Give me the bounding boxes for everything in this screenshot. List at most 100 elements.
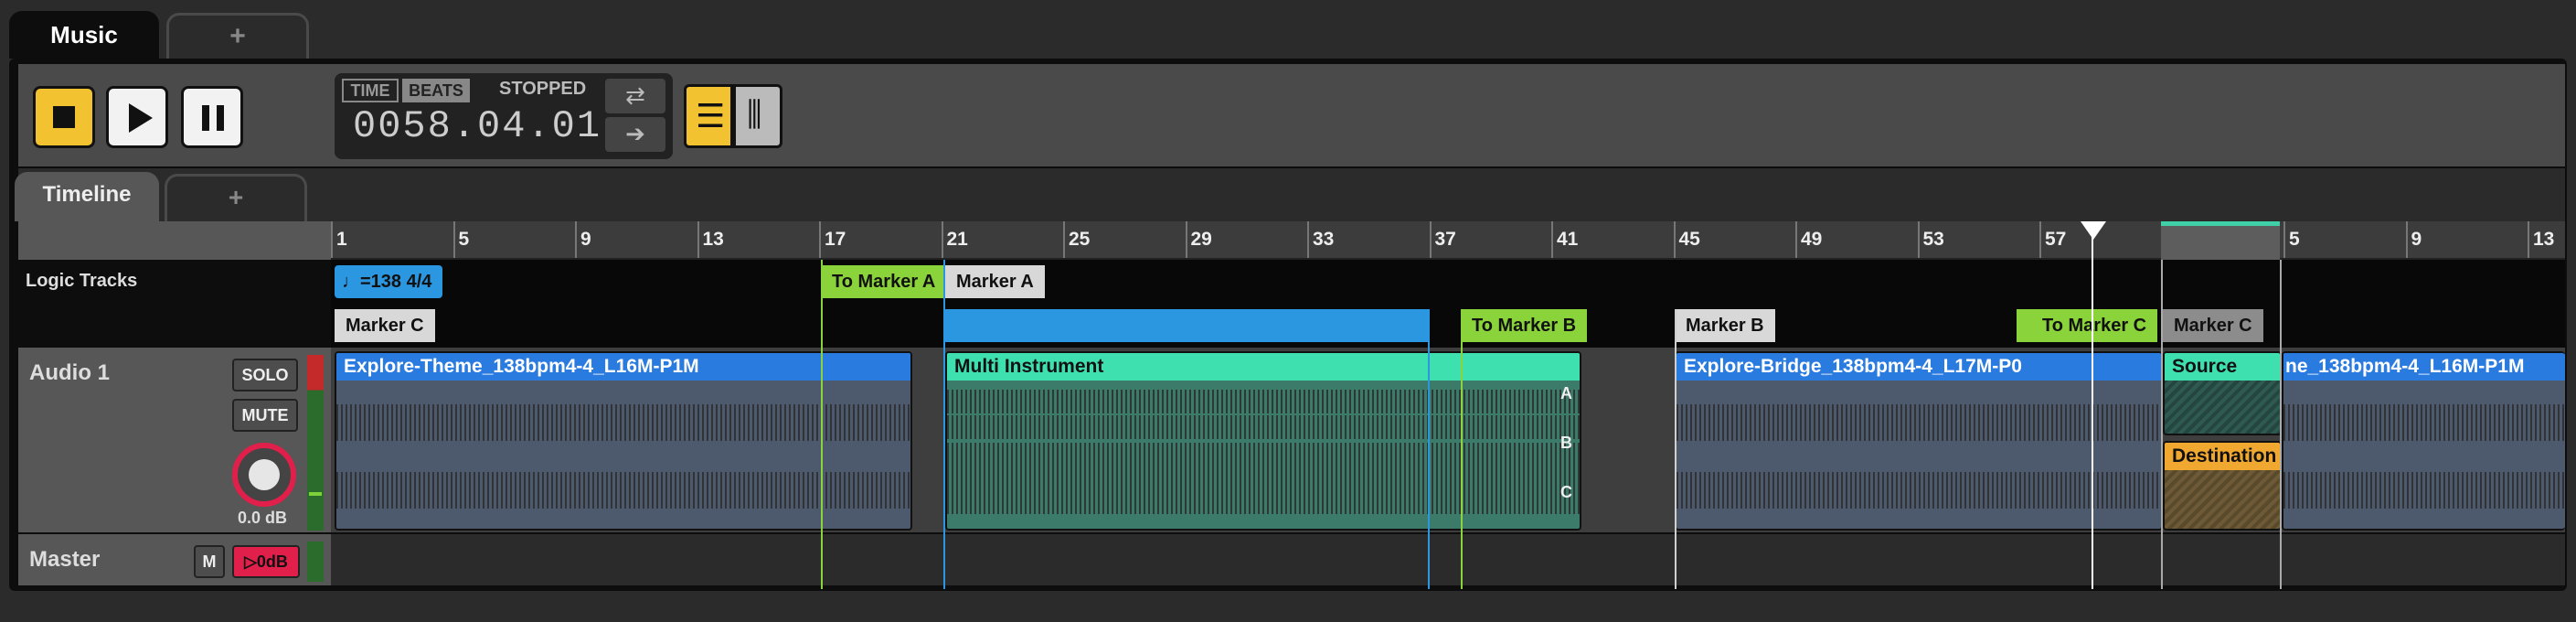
marker-line-marker-b (1675, 309, 1677, 589)
waveform (947, 390, 1580, 413)
pause-icon (202, 105, 209, 131)
list-view-button[interactable]: ☰ (684, 84, 733, 148)
master-mute-button[interactable]: M (194, 545, 225, 578)
mixer-view-button[interactable]: ⫼ (733, 84, 782, 148)
ruler-number: 33 (1313, 229, 1335, 250)
ruler-tick (452, 221, 455, 258)
clip-explore-bridge[interactable]: Explore-Bridge_138bpm4-4_L17M-P0 (1675, 351, 2163, 531)
ruler-number: 53 (1922, 229, 1944, 250)
tab-timeline[interactable]: Timeline (15, 172, 159, 221)
clip-label: Destination (2165, 443, 2280, 470)
ruler-tick (1307, 221, 1309, 258)
ruler-number: 5 (2289, 229, 2300, 250)
marker-line-a (821, 260, 823, 589)
waveform (1677, 472, 2161, 509)
volume-knob[interactable] (232, 443, 296, 507)
ruler-tick (819, 221, 821, 258)
ruler-number: 13 (702, 229, 724, 250)
ruler-number: 5 (458, 229, 470, 250)
ruler-tick (1673, 221, 1676, 258)
add-timeline-tab-button[interactable]: + (165, 174, 307, 221)
waveform (2283, 472, 2565, 509)
playhead-icon[interactable] (2081, 221, 2106, 240)
master-level-meter (307, 542, 324, 582)
waveform (336, 404, 910, 441)
add-tab-button[interactable]: + (166, 13, 309, 59)
clip-explore-theme[interactable]: Explore-Theme_138bpm4-4_L16M-P1M (335, 351, 912, 531)
ruler-tick (2039, 221, 2041, 258)
loop-button[interactable]: ⇄ (605, 79, 665, 113)
play-icon (129, 103, 153, 133)
tabbar (18, 168, 2565, 221)
marker-c-end[interactable]: Marker C (2163, 309, 2263, 342)
ruler-tick (941, 221, 943, 258)
transport-state: STOPPED (499, 79, 587, 99)
marker-a[interactable]: Marker A (945, 265, 1045, 298)
ruler-number: 29 (1190, 229, 1212, 250)
clip-label: Explore-Theme_138bpm4-4_L16M-P1M (336, 353, 910, 381)
solo-button[interactable]: SOLO (232, 359, 298, 391)
ruler-number: 9 (580, 229, 591, 250)
time-mode-button[interactable]: TIME (342, 79, 399, 102)
ruler-tick (1063, 221, 1065, 258)
follow-button[interactable]: ➔ (605, 117, 665, 152)
clip-label: ne_138bpm4-4_L16M-P1M (2283, 353, 2565, 381)
ruler-tick (2405, 221, 2408, 258)
mute-button[interactable]: MUTE (232, 399, 298, 432)
blue-region-bar[interactable] (943, 309, 1428, 342)
marker-b[interactable]: Marker B (1675, 309, 1775, 342)
ruler-number: 57 (2045, 229, 2067, 250)
level-meter (307, 355, 324, 531)
position-readout: 0058.04.01 (353, 104, 602, 148)
clip-multi-instrument[interactable]: Multi Instrument A B C (945, 351, 1581, 531)
ruler-tick (1429, 221, 1432, 258)
waveform (2283, 404, 2565, 441)
clip-label: Explore-Bridge_138bpm4-4_L17M-P0 (1677, 353, 2161, 381)
master-track-name: Master (29, 547, 101, 572)
tab-music[interactable]: Music (9, 11, 159, 59)
waveform (947, 415, 1580, 439)
playhead-line (2092, 234, 2093, 589)
ruler-tick (575, 221, 577, 258)
logic-tracks-title: Logic Tracks (26, 271, 138, 291)
clip-source[interactable]: Source (2163, 351, 2282, 435)
play-button[interactable] (106, 86, 168, 148)
master-volume-button[interactable]: ▷0dB (232, 545, 300, 578)
knob-indicator (249, 459, 280, 490)
ruler-tick (1917, 221, 1920, 258)
volume-readout: 0.0 dB (238, 509, 288, 527)
ruler-tick (697, 221, 699, 258)
ruler-number: 25 (1069, 229, 1091, 250)
ruler-number: 49 (1801, 229, 1823, 250)
marker-line-region-start (943, 260, 945, 589)
note-icon: ♩ (342, 272, 360, 292)
ruler-tick (2528, 221, 2529, 258)
waveform (336, 472, 910, 509)
stop-icon (53, 106, 75, 128)
stop-button[interactable] (33, 86, 95, 148)
marker-c-start[interactable]: Marker C (335, 309, 435, 342)
ruler-number: 41 (1557, 229, 1579, 250)
ruler-tick (2283, 221, 2285, 258)
ruler-number: 17 (825, 229, 846, 250)
ruler-number: 45 (1678, 229, 1700, 250)
to-marker-c[interactable]: To Marker C (2017, 309, 2158, 342)
audio-track-name: Audio 1 (29, 360, 110, 385)
instrument-label-b: B (1560, 434, 1572, 452)
clip-destination[interactable]: Destination (2163, 441, 2282, 531)
instrument-label-a: A (1560, 384, 1572, 402)
master-lane[interactable] (331, 534, 2565, 585)
pause-button[interactable] (181, 86, 243, 148)
loop-line-start (2161, 260, 2163, 589)
loop-icon: ⇄ (625, 81, 645, 109)
beats-mode-button[interactable]: BEATS (402, 79, 470, 102)
loop-line-end (2280, 260, 2282, 589)
clip-explore-theme-2[interactable]: ne_138bpm4-4_L16M-P1M (2282, 351, 2565, 531)
to-marker-a[interactable]: To Marker A (821, 265, 947, 298)
loop-region[interactable] (2161, 221, 2280, 260)
mixer-icon: ⫼ (747, 95, 762, 133)
ruler-number: 9 (2411, 229, 2422, 250)
tempo-marker[interactable]: ♩=138 4/4 (335, 265, 443, 298)
to-marker-b[interactable]: To Marker B (1461, 309, 1588, 342)
ruler-number: 1 (336, 229, 347, 250)
